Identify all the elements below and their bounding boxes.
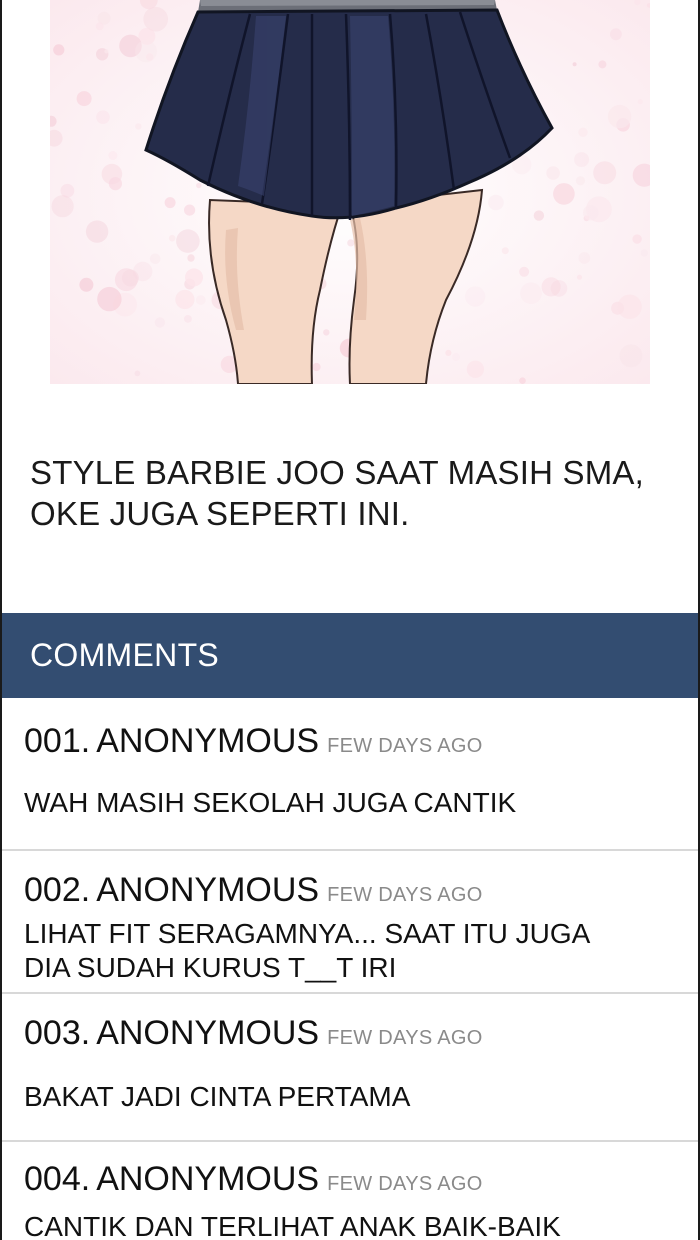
bokeh-dot <box>598 60 607 69</box>
panel-caption: STYLE BARBIE JOO SAAT MASIH SMA, OKE JUG… <box>30 452 670 534</box>
bokeh-dot <box>101 163 123 185</box>
bokeh-dot <box>466 360 485 378</box>
comment-header: 003. ANONYMOUS FEW DAYS AGO <box>24 1014 483 1053</box>
bokeh-dot <box>184 204 196 216</box>
comment-number: 004. <box>24 1160 91 1198</box>
bokeh-dot <box>104 49 109 54</box>
comment-header: 004. ANONYMOUS FEW DAYS AGO <box>24 1160 483 1199</box>
comment-author: ANONYMOUS <box>96 871 320 909</box>
comment-text: BAKAT JADI CINTA PERTAMA <box>24 1080 674 1114</box>
bokeh-dot <box>610 28 622 41</box>
bokeh-dot <box>154 317 166 328</box>
bokeh-dot <box>143 6 168 32</box>
comment-item: 003. ANONYMOUS FEW DAYS AGO BAKAT JADI CIN… <box>2 994 698 1142</box>
bokeh-dot <box>576 274 583 280</box>
comic-illustration <box>50 0 650 384</box>
bokeh-dot <box>184 315 192 323</box>
comment-text: CANTIK DAN TERLIHAT ANAK BAIK-BAIK <box>24 1210 674 1240</box>
comment-line: DIA SUDAH KURUS T__T IRI <box>24 952 397 983</box>
bokeh-dot <box>323 329 330 336</box>
bokeh-dot <box>168 234 176 242</box>
comment-timestamp: FEW DAYS AGO <box>327 1027 483 1049</box>
comment-header: 002. ANONYMOUS FEW DAYS AGO <box>24 871 483 910</box>
comment-timestamp: FEW DAYS AGO <box>327 735 483 757</box>
bokeh-dot <box>79 277 94 292</box>
comment-line: BAKAT JADI CINTA PERTAMA <box>24 1081 411 1112</box>
bokeh-dot <box>134 370 141 377</box>
comic-page: STYLE BARBIE JOO SAAT MASIH SMA, OKE JUG… <box>0 0 700 1240</box>
bokeh-dot <box>85 220 109 243</box>
bokeh-dot <box>96 110 110 124</box>
bokeh-dot <box>149 253 161 265</box>
caption-line: STYLE BARBIE JOO SAAT MASIH SMA, <box>30 454 644 491</box>
bokeh-dot <box>196 182 202 189</box>
comment-item: 004. ANONYMOUS FEW DAYS AGO CANTIK DAN TER… <box>2 1142 698 1240</box>
bokeh-dot <box>541 277 561 297</box>
bokeh-dot <box>574 152 590 168</box>
bokeh-dot <box>578 127 588 137</box>
bokeh-dot <box>593 161 617 185</box>
comment-author: ANONYMOUS <box>96 1160 320 1198</box>
bokeh-dot <box>575 176 586 186</box>
bokeh-dot <box>196 295 206 305</box>
bokeh-dot <box>312 362 321 372</box>
bokeh-dot <box>135 40 158 63</box>
comment-author: ANONYMOUS <box>96 722 320 760</box>
comment-line: CANTIK DAN TERLIHAT ANAK BAIK-BAIK <box>24 1211 561 1240</box>
bokeh-dot <box>51 195 74 218</box>
bokeh-dot <box>176 229 200 253</box>
comment-number: 001. <box>24 722 91 760</box>
comment-timestamp: FEW DAYS AGO <box>327 884 483 906</box>
bokeh-dot <box>546 166 560 180</box>
caption-line: OKE JUGA SEPERTI INI. <box>30 495 410 532</box>
bokeh-dot <box>553 183 575 205</box>
bokeh-dot <box>76 91 92 107</box>
bokeh-dot <box>619 344 643 368</box>
bokeh-dot <box>640 249 648 257</box>
bokeh-dot <box>452 352 461 361</box>
bokeh-dot <box>578 252 591 264</box>
comment-text: WAH MASIH SEKOLAH JUGA CANTIK <box>24 786 674 820</box>
bokeh-dot <box>519 377 526 384</box>
bokeh-dot <box>520 282 542 305</box>
comment-text: LIHAT FIT SERAGAMNYA... SAAT ITU JUGA DI… <box>24 917 674 985</box>
illustration-artwork <box>50 0 650 384</box>
bokeh-dot <box>108 151 118 160</box>
bokeh-dot <box>135 123 142 130</box>
comment-timestamp: FEW DAYS AGO <box>327 1173 483 1195</box>
comment-line: LIHAT FIT SERAGAMNYA... SAAT ITU JUGA <box>24 918 591 949</box>
comment-item: 002. ANONYMOUS FEW DAYS AGO LIHAT FIT SERA… <box>2 851 698 994</box>
bokeh-dot <box>617 294 642 319</box>
bokeh-dot <box>465 286 486 307</box>
bokeh-dot <box>583 205 599 221</box>
comment-number: 003. <box>24 1014 91 1052</box>
comment-number: 002. <box>24 871 91 909</box>
comment-author: ANONYMOUS <box>96 1014 320 1052</box>
bokeh-dot <box>347 239 355 247</box>
bokeh-dot <box>607 104 632 129</box>
bokeh-dot <box>637 99 643 105</box>
bokeh-dot <box>121 269 139 287</box>
bokeh-dot <box>519 266 530 277</box>
comments-title: COMMENTS <box>30 637 220 673</box>
bokeh-dot <box>97 286 122 312</box>
bokeh-dot <box>187 254 195 262</box>
comment-line: WAH MASIH SEKOLAH JUGA CANTIK <box>24 787 517 818</box>
bokeh-dot <box>533 210 545 221</box>
bokeh-dot <box>95 22 104 31</box>
comment-header: 001. ANONYMOUS FEW DAYS AGO <box>24 722 483 761</box>
comment-item: 001. ANONYMOUS FEW DAYS AGO WAH MASIH SEKO… <box>2 700 698 851</box>
bokeh-dot <box>445 349 452 356</box>
bokeh-dot <box>632 234 642 244</box>
bokeh-dot <box>501 247 509 255</box>
bokeh-dot <box>175 289 195 310</box>
bokeh-dot <box>185 268 203 287</box>
bokeh-dot <box>164 197 176 209</box>
bokeh-dot <box>488 194 504 211</box>
bokeh-dot <box>572 62 577 67</box>
bokeh-dot <box>60 183 75 198</box>
bokeh-dot <box>53 44 65 56</box>
comments-header: COMMENTS <box>2 613 698 698</box>
